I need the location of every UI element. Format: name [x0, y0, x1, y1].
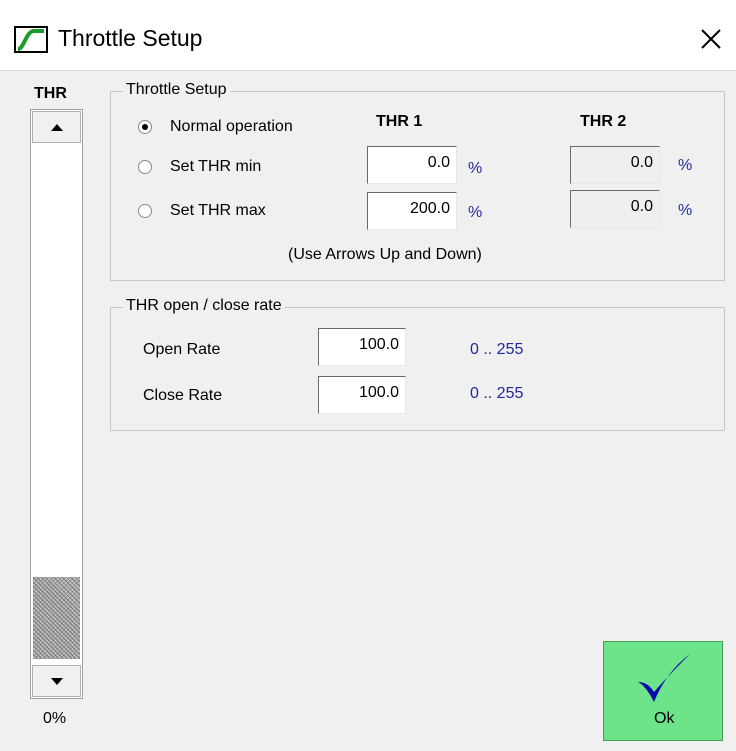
- group-title: Throttle Setup: [123, 81, 230, 99]
- throttle-curve-icon: [14, 26, 48, 53]
- arrows-hint: (Use Arrows Up and Down): [288, 246, 482, 263]
- radio-selected-dot: [142, 124, 148, 130]
- open-rate-label: Open Rate: [143, 341, 221, 358]
- thr2-max-unit: %: [678, 202, 693, 219]
- radio-label: Set THR max: [170, 202, 266, 219]
- thr2-min-field: 0.0: [570, 146, 660, 184]
- thr2-max-field: 0.0: [570, 190, 660, 228]
- thr2-min-unit: %: [678, 157, 693, 174]
- radio-button[interactable]: [138, 120, 152, 134]
- close-button[interactable]: [694, 20, 730, 56]
- close-rate-field[interactable]: 100.0: [318, 376, 406, 414]
- thr1-min-field[interactable]: 0.0: [367, 146, 457, 184]
- slider-thumb[interactable]: [33, 577, 80, 659]
- open-close-rate-group: THR open / close rate: [110, 297, 725, 431]
- slider-down-button[interactable]: [32, 665, 81, 697]
- throttle-percent: 0%: [43, 710, 67, 727]
- thr1-column-header: THR 1: [376, 113, 423, 130]
- thr1-max-field[interactable]: 200.0: [367, 192, 457, 230]
- radio-button[interactable]: [138, 204, 152, 218]
- group-title: THR open / close rate: [123, 297, 285, 315]
- throttle-slider[interactable]: [30, 109, 83, 699]
- close-rate-label: Close Rate: [143, 387, 223, 404]
- open-rate-range: 0 .. 255: [470, 341, 524, 358]
- arrow-up-icon: [51, 124, 63, 131]
- arrow-down-icon: [51, 678, 63, 685]
- radio-label: Normal operation: [170, 118, 293, 135]
- radio-button[interactable]: [138, 160, 152, 174]
- ok-label: Ok: [654, 710, 675, 727]
- thr2-column-header: THR 2: [580, 113, 627, 130]
- thr1-max-unit: %: [468, 204, 483, 221]
- close-rate-range: 0 .. 255: [470, 385, 524, 402]
- checkmark-icon: [638, 654, 690, 702]
- open-rate-field[interactable]: 100.0: [318, 328, 406, 366]
- slider-up-button[interactable]: [32, 111, 81, 143]
- window-title: Throttle Setup: [58, 25, 203, 51]
- radio-label: Set THR min: [170, 158, 262, 175]
- ok-button[interactable]: Ok: [603, 641, 723, 741]
- title-bar: Throttle Setup: [0, 0, 736, 71]
- throttle-slider-label: THR: [34, 85, 67, 102]
- thr1-min-unit: %: [468, 160, 483, 177]
- close-icon: [701, 29, 721, 49]
